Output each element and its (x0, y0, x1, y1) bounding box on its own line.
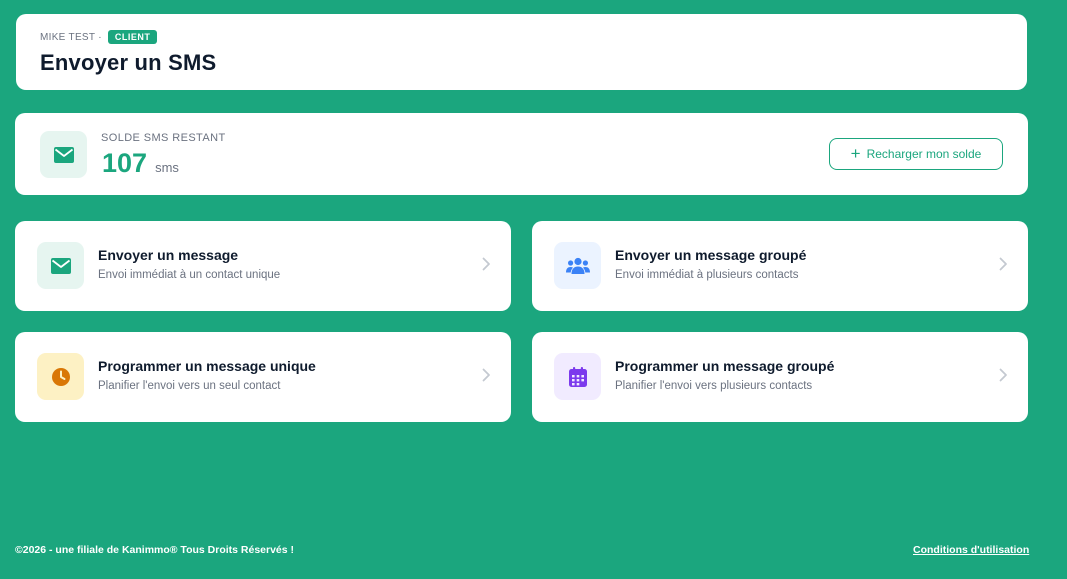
action-description: Envoi immédiat à un contact unique (98, 269, 281, 281)
chevron-right-icon (482, 257, 491, 276)
plus-icon: + (850, 143, 861, 163)
balance-number: 107 (102, 148, 148, 178)
action-description: Planifier l'envoi vers plusieurs contact… (615, 380, 813, 392)
envelope-icon (40, 131, 87, 178)
action-description: Envoi immédiat à plusieurs contacts (615, 269, 799, 281)
balance-unit: sms (155, 160, 179, 175)
action-title: Programmer un message groupé (615, 358, 835, 374)
send-group-message-card[interactable]: Envoyer un message groupé Envoi immédiat… (532, 221, 1028, 311)
footer-copyright: ©2026 - une filiale de Kanimmo® Tous Dro… (15, 544, 295, 556)
action-title: Envoyer un message (98, 247, 239, 263)
terms-of-use-link[interactable]: Conditions d'utilisation (913, 544, 1029, 556)
role-badge: CLIENT (107, 30, 158, 44)
action-description: Planifier l'envoi vers un seul contact (98, 380, 281, 392)
page-title: Envoyer un SMS (40, 50, 217, 75)
envelope-icon (37, 242, 84, 289)
users-icon (554, 242, 601, 289)
schedule-single-message-card[interactable]: Programmer un message unique Planifier l… (15, 332, 511, 422)
breadcrumb: MIKE TEST · CLIENT (40, 29, 1003, 45)
balance-label: SOLDE SMS RESTANT (101, 132, 226, 144)
chevron-right-icon (482, 368, 491, 387)
balance-value: 107 sms (102, 148, 179, 179)
sms-balance-card: SOLDE SMS RESTANT 107 sms + Recharger mo… (15, 113, 1028, 195)
calendar-icon (554, 353, 601, 400)
recharge-label: Recharger mon solde (866, 147, 982, 161)
send-message-card[interactable]: Envoyer un message Envoi immédiat à un c… (15, 221, 511, 311)
chevron-right-icon (999, 368, 1008, 387)
chevron-right-icon (999, 257, 1008, 276)
page-header: MIKE TEST · CLIENT Envoyer un SMS (16, 14, 1027, 90)
recharge-balance-button[interactable]: + Recharger mon solde (829, 138, 1003, 170)
action-title: Programmer un message unique (98, 358, 316, 374)
clock-icon (37, 353, 84, 400)
action-title: Envoyer un message groupé (615, 247, 807, 263)
schedule-group-message-card[interactable]: Programmer un message groupé Planifier l… (532, 332, 1028, 422)
breadcrumb-user: MIKE TEST · (40, 31, 102, 43)
